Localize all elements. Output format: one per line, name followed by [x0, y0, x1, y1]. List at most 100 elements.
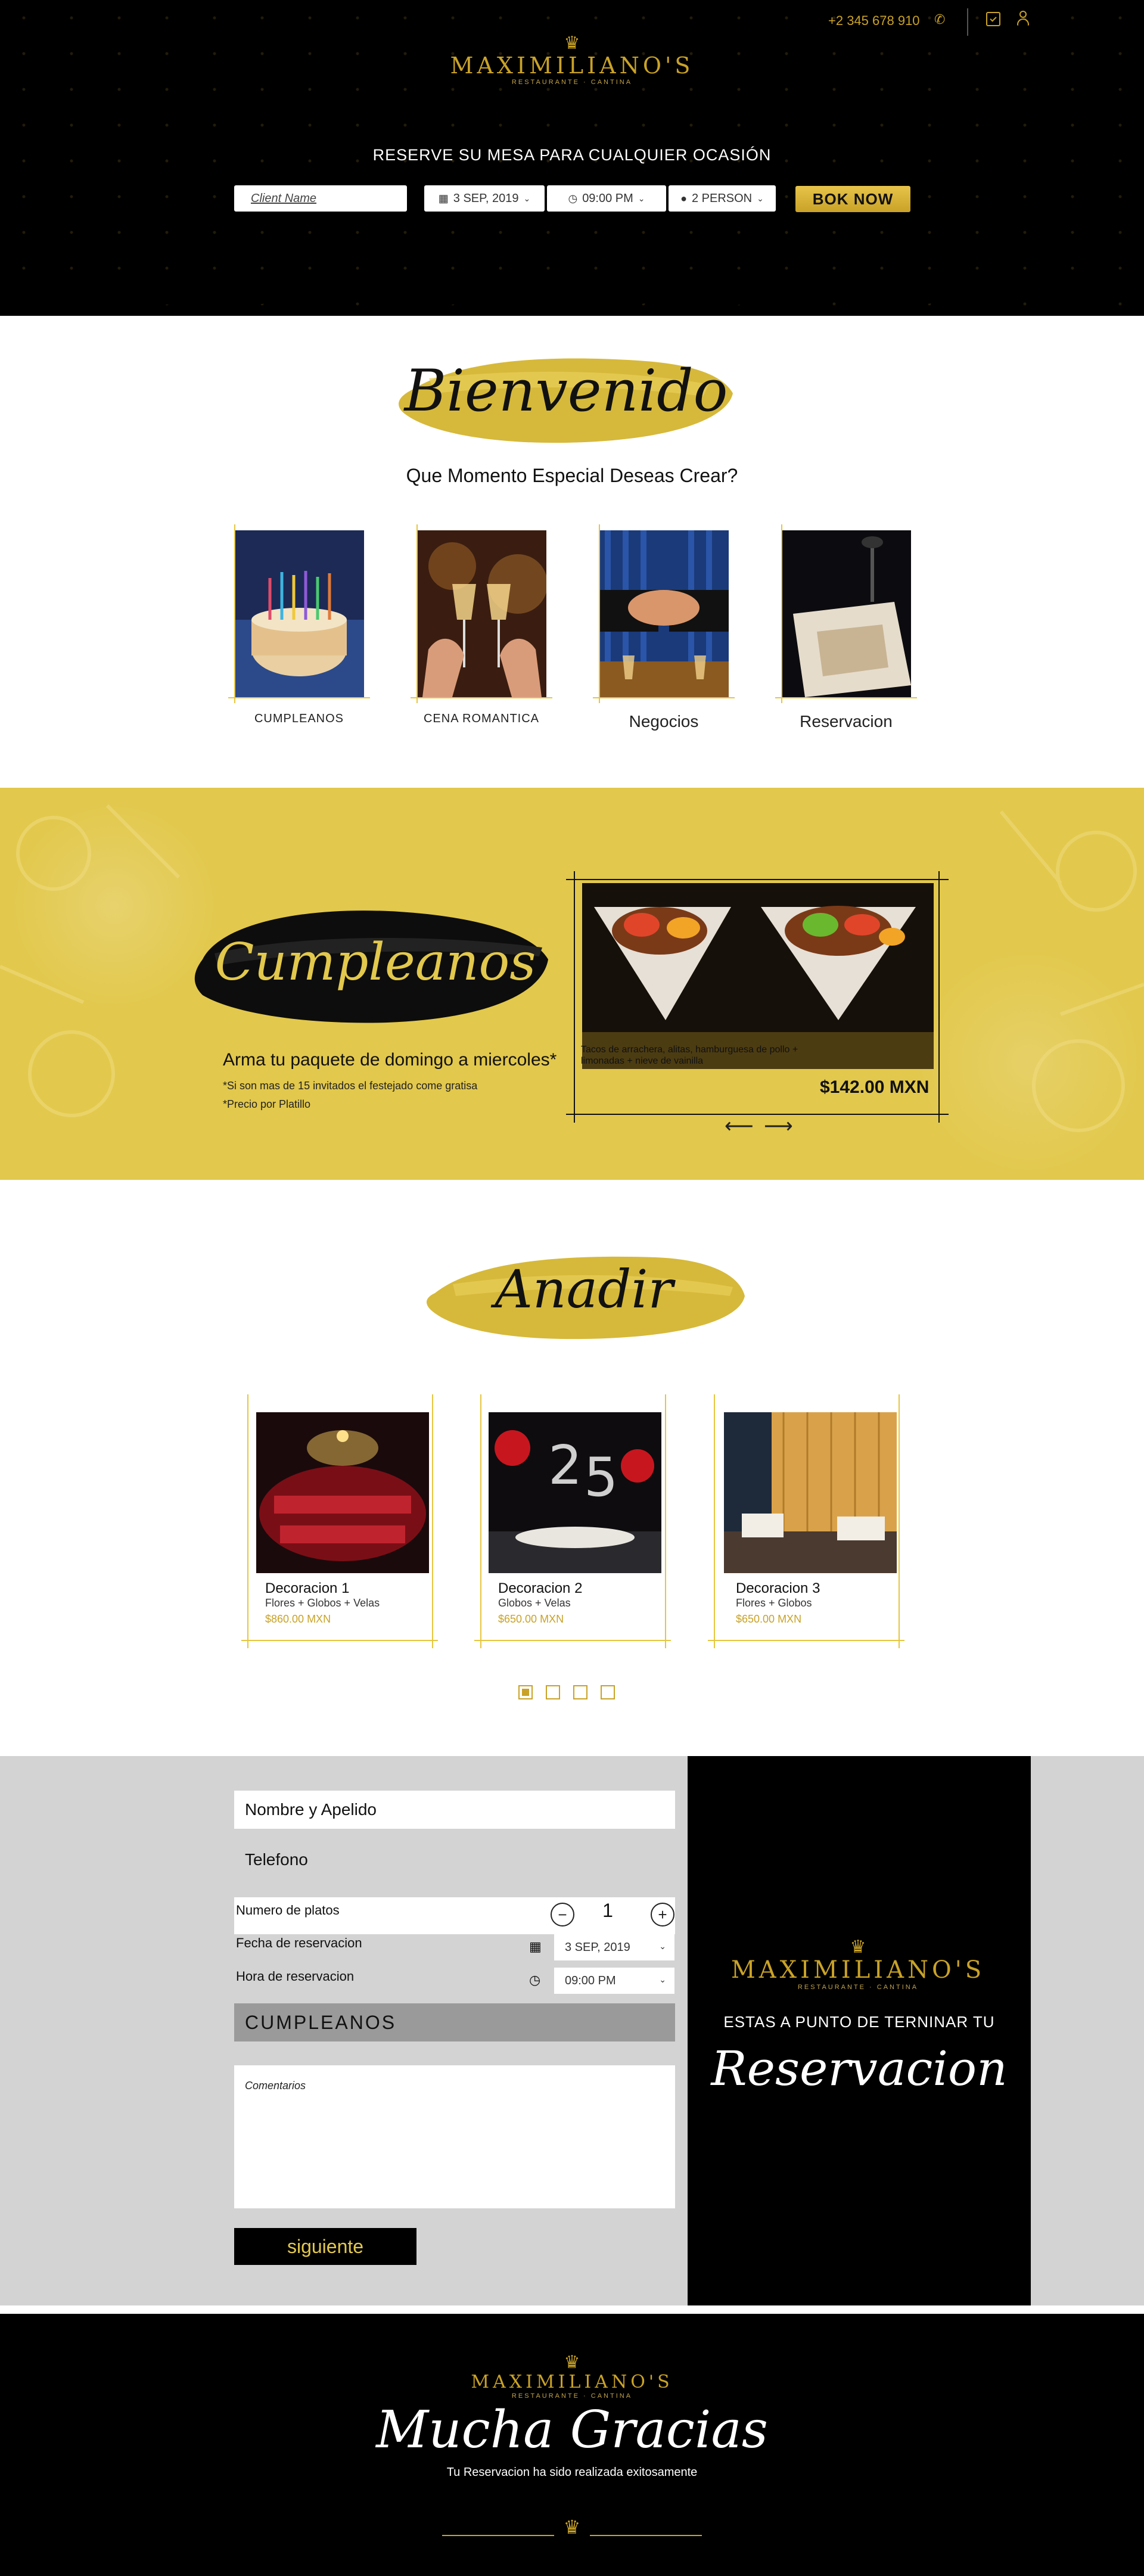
occasion-label[interactable]: CUMPLEANOS: [222, 712, 377, 726]
carousel-dot-2[interactable]: [546, 1685, 560, 1699]
carousel-dot-1[interactable]: [518, 1685, 533, 1699]
addon-title: Decoracion 1: [265, 1580, 350, 1596]
footer-rule: [590, 2535, 702, 2536]
addon-subtitle: Globos + Velas: [498, 1597, 571, 1609]
increment-button[interactable]: +: [651, 1903, 674, 1926]
chevron-down-icon: ⌄: [523, 193, 531, 203]
chevron-down-icon: ⌄: [757, 193, 764, 203]
calendar-icon: ▦: [529, 1939, 542, 1954]
date-value: 3 SEP, 2019: [453, 191, 519, 205]
page: +2 345 678 910 ✆ ♛ MAXIMILIANO'S RESTAUR…: [0, 0, 1144, 2576]
svg-text:2: 2: [548, 1434, 582, 1497]
carousel-dot-4[interactable]: [601, 1685, 615, 1699]
occasion-card-negocios[interactable]: [599, 530, 729, 697]
full-name-input[interactable]: Nombre y Apelido: [234, 1791, 675, 1829]
decrement-button[interactable]: −: [551, 1903, 574, 1926]
addon-subtitle: Flores + Globos + Velas: [265, 1597, 380, 1609]
card-frame: [599, 524, 600, 703]
date-label: Fecha de reservacion: [236, 1935, 362, 1950]
header-phone[interactable]: +2 345 678 910: [828, 13, 920, 29]
card-frame: [708, 1640, 904, 1641]
card-frame: [474, 1640, 671, 1641]
thank-you-title: Mucha Gracias: [376, 2400, 768, 2460]
brand-name: MAXIMILIANO'S: [450, 52, 694, 79]
handshake-photo: [599, 530, 729, 697]
addon-title: Decoracion 2: [498, 1580, 583, 1596]
section-divider: [0, 2305, 1144, 2314]
brand-name: MAXIMILIANO'S: [730, 1956, 986, 1984]
occasion-select[interactable]: CUMPLEANOS: [234, 2003, 675, 2041]
arrow-right-icon[interactable]: ⟶: [764, 1114, 793, 1138]
occasion-card-cena-romantica[interactable]: [416, 530, 546, 697]
occasion-label[interactable]: Negocios: [586, 712, 741, 731]
crown-icon: ♛: [564, 33, 580, 53]
panel-script-title: Reservacion: [711, 2041, 1008, 2096]
table-setting-photo: [781, 530, 911, 697]
brand-logo[interactable]: ♛ MAXIMILIANO'S RESTAURANTE · CANTINA: [441, 35, 703, 86]
occasion-label[interactable]: Reservacion: [769, 712, 924, 731]
card-frame: [432, 1394, 433, 1648]
promo-title: Cumpleanos: [214, 933, 536, 992]
hero-banner: +2 345 678 910 ✆ ♛ MAXIMILIANO'S RESTAUR…: [0, 0, 1144, 316]
footer-rule: [442, 2535, 554, 2536]
card-frame: [781, 524, 782, 703]
promo-note: *Precio por Platillo: [223, 1098, 311, 1110]
card-frame: [416, 524, 418, 703]
comments-placeholder: Comentarios: [245, 2080, 306, 2092]
footer-logo: ♛ MAXIMILIANO'S RESTAURANTE · CANTINA: [453, 2354, 691, 2400]
promo-headline: Arma tu paquete de domingo a miercoles*: [223, 1050, 557, 1070]
clock-icon: ◷: [568, 192, 578, 204]
occasion-card-reservacion[interactable]: [781, 530, 911, 697]
clock-icon: ◷: [529, 1972, 541, 1987]
card-frame: [234, 524, 235, 703]
persons-select[interactable]: ● 2 PERSON ⌄: [669, 185, 776, 212]
card-frame: [241, 1640, 438, 1641]
next-button[interactable]: siguiente: [234, 2228, 416, 2265]
arrow-left-icon[interactable]: ⟵: [725, 1114, 754, 1138]
crown-icon: ♛: [850, 1937, 866, 1957]
phone-icon[interactable]: ✆: [934, 12, 947, 27]
decoration-1-photo: [256, 1412, 429, 1573]
tacos-photo[interactable]: [582, 883, 934, 1069]
client-name-input[interactable]: Client Name: [234, 185, 407, 212]
torn-paper-edge: [0, 280, 1144, 312]
crown-icon: ♛: [564, 2353, 580, 2372]
brand-tagline: RESTAURANTE · CANTINA: [511, 2392, 633, 2400]
addon-price: $860.00 MXN: [265, 1613, 331, 1625]
reservation-date-value: 3 SEP, 2019: [565, 1940, 630, 1954]
svg-text:5: 5: [584, 1446, 618, 1509]
addons-title: Anadir: [495, 1259, 673, 1320]
reservation-time-select[interactable]: 09:00 PM ⌄: [554, 1968, 674, 1994]
addon-subtitle: Flores + Globos: [736, 1597, 812, 1609]
welcome-title: Bienvenido: [404, 358, 728, 424]
card-frame: [593, 697, 735, 698]
comments-textarea[interactable]: Comentarios: [234, 2065, 675, 2208]
panel-tagline: ESTAS A PUNTO DE TERNINAR TU: [723, 2013, 995, 2031]
book-now-button[interactable]: BOK NOW: [795, 186, 910, 212]
slide-description: Tacos de arrachera, alitas, hamburguesa …: [581, 1045, 798, 1066]
date-select[interactable]: ▦ 3 SEP, 2019 ⌄: [424, 185, 545, 212]
wine-toast-photo: [416, 530, 546, 697]
card-frame: [247, 1394, 248, 1648]
time-select[interactable]: ◷ 09:00 PM ⌄: [547, 185, 666, 212]
addon-price: $650.00 MXN: [736, 1613, 802, 1625]
card-frame: [714, 1394, 715, 1648]
phone-input[interactable]: Telefono: [234, 1850, 308, 1869]
calendar-check-icon[interactable]: [986, 12, 1000, 26]
persons-value: 2 PERSON: [691, 191, 753, 205]
card-frame: [480, 1394, 481, 1648]
card-frame: [665, 1394, 666, 1648]
client-name-placeholder: Client Name: [251, 191, 317, 205]
card-frame: [899, 1394, 900, 1648]
calendar-icon: ▦: [438, 192, 449, 204]
occasion-card-cumpleanos[interactable]: [234, 530, 364, 697]
plates-label: Numero de platos: [236, 1903, 340, 1918]
carousel-dot-3[interactable]: [573, 1685, 587, 1699]
time-label: Hora de reservacion: [236, 1969, 355, 1984]
reservation-date-select[interactable]: 3 SEP, 2019 ⌄: [554, 1934, 674, 1960]
user-icon[interactable]: [1016, 11, 1030, 26]
welcome-question: Que Momento Especial Deseas Crear?: [406, 465, 738, 486]
decoration-2-photo: 2 5: [489, 1412, 661, 1573]
time-value: 09:00 PM: [582, 191, 633, 205]
occasion-label[interactable]: CENA ROMANTICA: [404, 712, 559, 726]
